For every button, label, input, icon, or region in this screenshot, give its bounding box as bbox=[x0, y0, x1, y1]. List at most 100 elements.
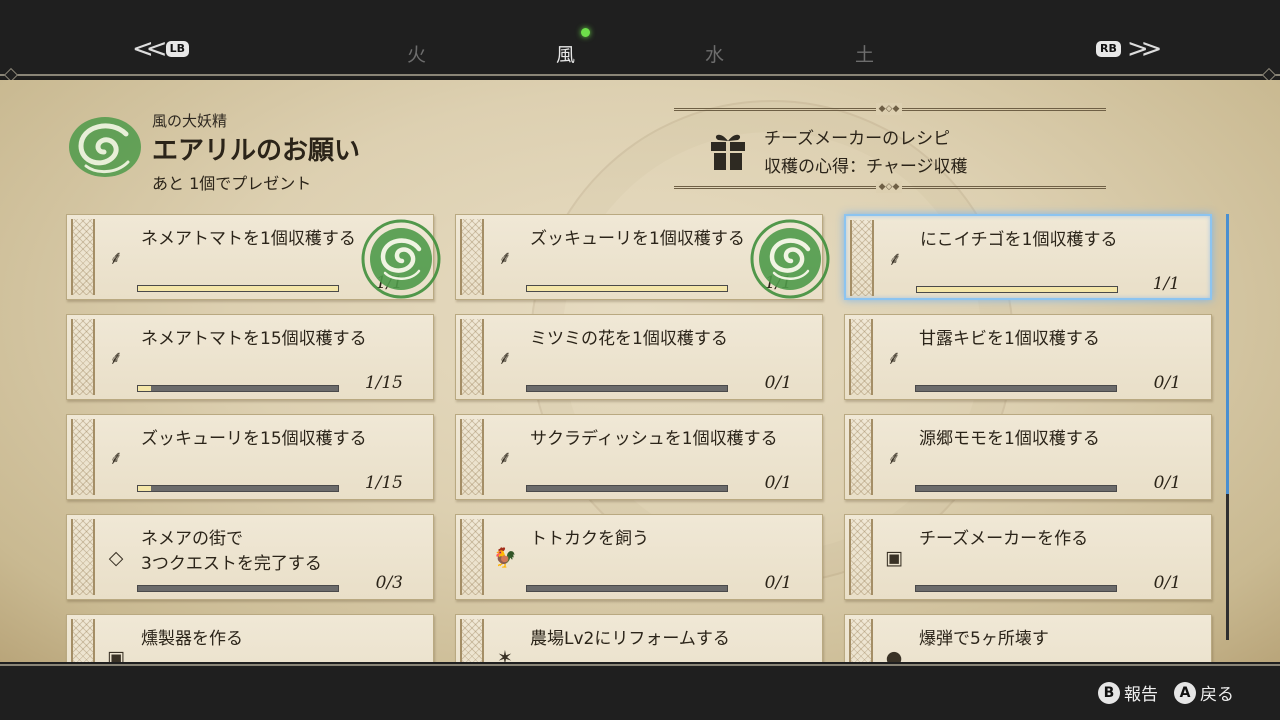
quest-card[interactable]: ▣ チーズメーカーを作る 0/1 bbox=[844, 514, 1212, 600]
harvest-icon: ⸙ bbox=[887, 248, 903, 270]
quest-title: ネメアトマトを1個収穫する bbox=[141, 227, 356, 252]
card-ornament bbox=[460, 619, 484, 662]
back-button[interactable]: A 戻る bbox=[1174, 680, 1234, 705]
quest-title-line: ネメアトマトを15個収穫する bbox=[141, 329, 367, 349]
card-ornament bbox=[71, 419, 95, 495]
quest-title-line: にこイチゴを1個収穫する bbox=[920, 230, 1118, 250]
divider bbox=[0, 74, 1280, 76]
ornament-rule: ◆◇◆ bbox=[674, 103, 1106, 115]
progress-bar bbox=[915, 585, 1117, 592]
quest-card[interactable]: ⸙ ズッキューリを15個収穫する 1/15 bbox=[66, 414, 434, 500]
reward-panel: ◆◇◆ チーズメーカーのレシピ 収穫の心得：チャージ収穫 ◆◇◆ bbox=[674, 102, 1106, 194]
quest-card[interactable]: ⸙ ミツミの花を1個収穫する 0/1 bbox=[455, 314, 823, 400]
rb-button-icon: RB bbox=[1096, 41, 1121, 57]
card-ornament bbox=[849, 519, 873, 595]
quest-card[interactable]: ⸙ 甘露キビを1個収穫する 0/1 bbox=[844, 314, 1212, 400]
active-tab-indicator bbox=[581, 28, 590, 37]
machine-icon: ▣ bbox=[885, 547, 903, 569]
card-ornament bbox=[71, 319, 95, 395]
gift-icon bbox=[711, 134, 745, 170]
harvest-icon: ⸙ bbox=[497, 347, 513, 369]
progress-bar bbox=[916, 286, 1118, 293]
card-ornament bbox=[849, 319, 873, 395]
quest-title-line: 甘露キビを1個収穫する bbox=[919, 329, 1100, 349]
progress-fill bbox=[527, 286, 727, 291]
quest-title: 爆弾で5ヶ所壊す bbox=[919, 627, 1049, 652]
scrollbar[interactable] bbox=[1226, 214, 1229, 640]
progress-count: 0/1 bbox=[764, 573, 792, 593]
quest-title-line: チーズメーカーを作る bbox=[919, 529, 1089, 549]
quest-title: 燻製器を作る bbox=[141, 627, 243, 652]
double-chevron-right-icon: >> bbox=[1126, 34, 1162, 64]
quest-card[interactable]: ⸙ 源郷モモを1個収穫する 0/1 bbox=[844, 414, 1212, 500]
progress-bar bbox=[526, 385, 728, 392]
a-button-icon: A bbox=[1174, 681, 1196, 704]
harvest-icon: ⸙ bbox=[886, 447, 902, 469]
quest-card[interactable]: 🐓 トトカクを飼う 0/1 bbox=[455, 514, 823, 600]
scroll-thumb[interactable] bbox=[1226, 214, 1229, 494]
progress-fill bbox=[138, 386, 152, 391]
card-ornament bbox=[71, 519, 95, 595]
quest-title: ミツミの花を1個収穫する bbox=[530, 327, 728, 352]
progress-bar bbox=[915, 385, 1117, 392]
card-ornament bbox=[849, 419, 873, 495]
quest-title-line: 源郷モモを1個収穫する bbox=[919, 429, 1100, 449]
card-ornament bbox=[71, 219, 95, 295]
tab-earth[interactable]: 土 bbox=[855, 40, 874, 67]
quest-card[interactable]: ◇ ネメアの街で 3つクエストを完了する 0/3 bbox=[66, 514, 434, 600]
quest-title: 農場Lv2にリフォームする bbox=[530, 627, 730, 652]
progress-bar bbox=[526, 485, 728, 492]
reward-item-1: チーズメーカーのレシピ bbox=[764, 129, 951, 149]
progress-count: 0/1 bbox=[764, 373, 792, 393]
machine-icon: ▣ bbox=[107, 647, 125, 662]
bird-icon: 🐓 bbox=[493, 547, 517, 569]
tab-water[interactable]: 水 bbox=[705, 40, 724, 67]
progress-count: 1/1 bbox=[1152, 274, 1180, 294]
progress-count: 0/3 bbox=[375, 573, 403, 593]
divider bbox=[0, 664, 1280, 666]
progress-bar bbox=[137, 285, 339, 292]
double-chevron-left-icon: << bbox=[132, 34, 167, 64]
quest-card[interactable]: ✶ 農場Lv2にリフォームする bbox=[455, 614, 823, 662]
quest-card[interactable]: ▣ 燻製器を作る bbox=[66, 614, 434, 662]
quest-card[interactable]: ⸙ サクラディッシュを1個収穫する 0/1 bbox=[455, 414, 823, 500]
ornament-rule: ◆◇◆ bbox=[674, 181, 1106, 193]
quest-card[interactable]: ⸙ネメアトマトを1個収穫する1/1 bbox=[66, 214, 441, 300]
quest-title-line: トトカクを飼う bbox=[530, 529, 649, 549]
progress-count: 1/15 bbox=[364, 373, 403, 393]
remaining-text: あと 1個でプレゼント bbox=[152, 174, 312, 193]
progress-fill bbox=[138, 286, 338, 291]
progress-count: 1/15 bbox=[364, 473, 403, 493]
button-hint-bar: B 報告 A 戻る bbox=[0, 662, 1280, 720]
report-button[interactable]: B 報告 bbox=[1098, 680, 1158, 705]
harvest-icon: ⸙ bbox=[886, 347, 902, 369]
progress-bar bbox=[137, 385, 339, 392]
tab-wind[interactable]: 風 bbox=[556, 40, 575, 67]
wind-swirl-icon bbox=[69, 117, 141, 177]
bomb-icon: ● bbox=[885, 647, 903, 662]
card-ornament bbox=[460, 219, 484, 295]
fairy-kicker: 風の大妖精 bbox=[152, 112, 228, 130]
next-element-button[interactable]: RB >> bbox=[1096, 34, 1162, 64]
quest-card[interactable]: ⸙ ネメアトマトを15個収穫する 1/15 bbox=[66, 314, 434, 400]
card-ornament bbox=[849, 619, 873, 662]
tab-fire[interactable]: 火 bbox=[407, 40, 426, 67]
quest-card[interactable]: ⸙ズッキューリを1個収穫する1/1 bbox=[455, 214, 830, 300]
progress-fill bbox=[917, 287, 1117, 292]
quest-title: ズッキューリを1個収穫する bbox=[530, 227, 745, 252]
quest-card[interactable]: ⸙ にこイチゴを1個収穫する 1/1 bbox=[844, 214, 1212, 300]
progress-count: 0/1 bbox=[764, 473, 792, 493]
quest-title: ネメアトマトを15個収穫する bbox=[141, 327, 367, 352]
harvest-icon: ⸙ bbox=[108, 247, 124, 269]
back-label: 戻る bbox=[1200, 685, 1234, 705]
prev-element-button[interactable]: << LB bbox=[132, 36, 189, 62]
quest-card[interactable]: ● 爆弾で5ヶ所壊す bbox=[844, 614, 1212, 662]
quest-title-line: 3つクエストを完了する bbox=[141, 554, 322, 574]
card-ornament bbox=[71, 619, 95, 662]
progress-count: 0/1 bbox=[1153, 573, 1181, 593]
progress-bar bbox=[526, 585, 728, 592]
b-button-icon: B bbox=[1098, 681, 1120, 704]
quest-title-line: ズッキューリを1個収穫する bbox=[530, 229, 745, 249]
quest-title: 甘露キビを1個収穫する bbox=[919, 327, 1100, 352]
progress-bar bbox=[915, 485, 1117, 492]
